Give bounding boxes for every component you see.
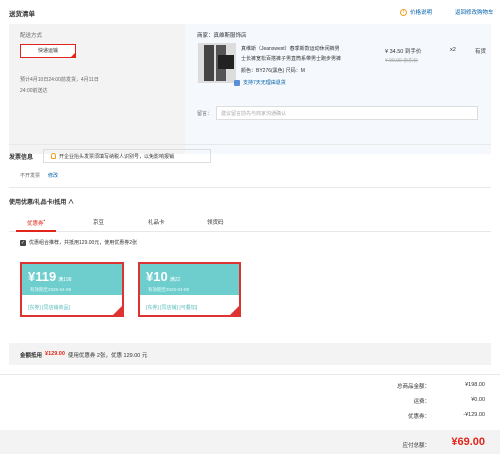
stock-status: 有货 (475, 49, 487, 55)
invoice-tip: 开企业抬头发票须填写纳税人识别号，以免影响报销 (43, 149, 211, 163)
express-shipping-button[interactable]: 快递运输 (20, 44, 76, 58)
divider (9, 144, 491, 145)
coupon-discount-label: 优惠券： (407, 414, 430, 420)
coupon-validity: 有效期至2025-04-09 (148, 287, 190, 292)
price-info-label: 价格说明 (410, 10, 433, 16)
coupon-summary: 金额抵用 ¥129.00 使用优惠券 2张，优惠 129.00 元 (20, 351, 147, 359)
summary-prefix: 金额抵用 (20, 353, 43, 359)
coupon-amount: ¥10 满22 (146, 269, 180, 284)
shipping-section: 配送方式 快递运输 预计4月10日24:00前发货，4月11日 24:00前送达… (9, 24, 491, 154)
product-quantity: x2 (450, 47, 456, 53)
shipping-label: 配送方式 (20, 33, 43, 39)
discount-section-toggle[interactable]: 使用优惠/礼品卡/抵用 ∧ (9, 197, 74, 206)
coupon-tags: [东券] [同店铺商品] (28, 305, 70, 311)
product-title-cont[interactable]: 士长裤宽松百搭裤子男直筒系带男士跑步男裤 (241, 55, 376, 62)
page-title: 送货清单 (9, 11, 35, 18)
product-original-price: ¥ 99.00 京东价 (385, 58, 419, 64)
return-policy-label: 支持7天无理由退货 (243, 80, 286, 86)
freight-value: ¥0.00 (471, 397, 485, 403)
delivery-estimate-cont: 24:00前送达 (20, 88, 48, 94)
coupon-condition: 满198 (58, 277, 72, 283)
tab-gift-card[interactable]: 礼品卡 (148, 218, 165, 226)
shop-name: 商家：真维斯服饰店 (197, 33, 247, 39)
summary-amount: ¥129.00 (45, 351, 65, 357)
back-to-cart-link[interactable]: 返回修改购物车 (455, 8, 494, 16)
product-image[interactable] (198, 43, 236, 83)
invoice-title: 发票信息 (9, 155, 34, 161)
goods-total-label: 总商品金额： (396, 384, 430, 390)
coupon-recommend-checkbox[interactable]: ✓ 优惠组合推荐，共抵用129.00元，使用优惠券2张 (20, 239, 137, 246)
tab-jingdou[interactable]: 京豆 (93, 218, 104, 226)
divider (9, 187, 491, 188)
invoice-status: 不开发票 (20, 173, 41, 179)
coupon-validity: 有效期至2025-04-09 (30, 287, 72, 292)
coupon-recommend-text: 优惠组合推荐，共抵用129.00元，使用优惠券2张 (29, 240, 138, 246)
goods-total-value: ¥198.00 (465, 382, 485, 388)
info-icon: ! (400, 8, 407, 16)
service-icon (234, 79, 240, 86)
invoice-tip-text: 开企业抬头发票须填写纳税人识别号，以免影响报销 (59, 153, 175, 160)
price-info-link[interactable]: ! 价格说明 (400, 8, 432, 16)
coupon-card[interactable]: ¥10 满22 有效期至2025-04-09 [东券] [同店铺] [可叠加] (138, 262, 241, 317)
freight-label: 运费： (413, 399, 430, 405)
product-title[interactable]: 真维斯（Jeanswest）春季新款运动休闲裤男 (241, 45, 376, 52)
coupon-amount: ¥119 满198 (28, 269, 72, 284)
tab-coupons[interactable]: 优惠券• (27, 218, 45, 227)
product-attributes: 颜色：BY276(黑色) 尺码：M (241, 68, 305, 74)
payable-value: ¥69.00 (451, 436, 485, 448)
return-policy: 支持7天无理由退货 (234, 79, 286, 86)
coupon-discount-value: -¥129.00 (463, 412, 485, 418)
coupon-amount-value: ¥119 (28, 269, 57, 284)
remark-label: 留言： (197, 111, 213, 117)
tab-coupons-label: 优惠券 (27, 220, 44, 227)
tab-coupons-badge: • (43, 218, 46, 223)
payable-label: 应付总额： (402, 443, 430, 449)
checkbox-checked-icon[interactable]: ✓ (20, 239, 26, 246)
shipping-method-panel: 配送方式 快递运输 预计4月10日24:00前发货，4月11日 24:00前送达 (9, 24, 185, 154)
invoice-edit-link[interactable]: 修改 (48, 172, 58, 179)
lightbulb-icon (51, 153, 56, 159)
tab-divider (9, 231, 491, 232)
coupon-card[interactable]: ¥119 满198 有效期至2025-04-09 [东券] [同店铺商品] (20, 262, 124, 317)
coupon-condition: 满22 (169, 277, 181, 283)
delivery-estimate: 预计4月10日24:00前发货，4月11日 (20, 77, 99, 83)
tab-active-indicator (16, 230, 56, 232)
divider (0, 374, 500, 375)
summary-detail: 使用优惠券 2张，优惠 129.00 元 (67, 353, 148, 359)
product-price: ¥ 34.50 到手价 (385, 49, 422, 55)
coupon-selected-check-icon (113, 306, 122, 315)
coupon-amount-value: ¥10 (146, 269, 168, 284)
coupon-selected-check-icon (230, 306, 239, 315)
product-panel: 商家：真维斯服饰店 真维斯（Jeanswest）春季新款运动休闲裤男 士长裤宽松… (185, 24, 491, 154)
coupon-tags: [东券] [同店铺] [可叠加] (146, 305, 198, 311)
tab-pickup-code[interactable]: 领货码 (207, 218, 224, 226)
remark-input[interactable]: 建议留言前先与商家沟通确认 (216, 106, 478, 120)
